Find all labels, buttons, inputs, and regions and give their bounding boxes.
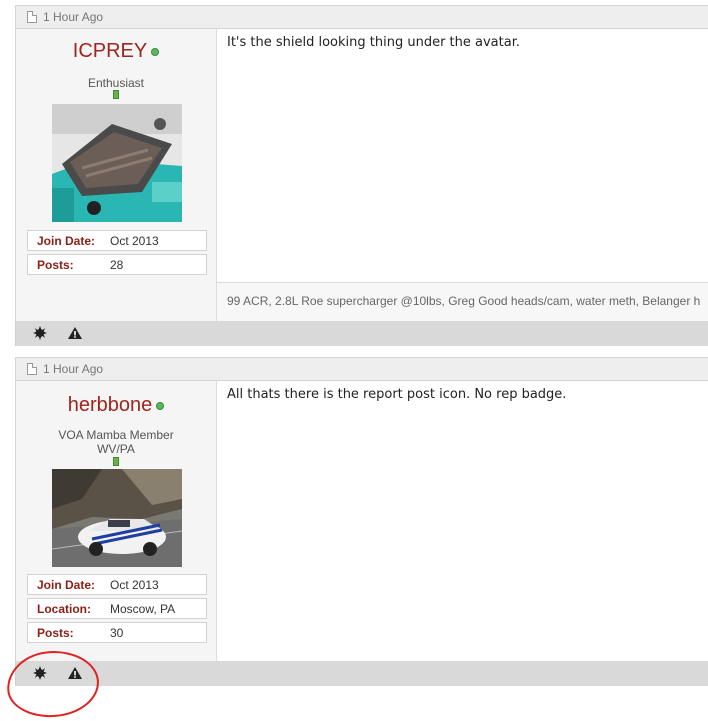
- field-label: Location:: [37, 602, 91, 616]
- location-field: Location: Moscow, PA: [27, 598, 207, 619]
- join-date-field: Join Date: Oct 2013: [27, 574, 207, 595]
- reputation-bar-icon: [113, 90, 119, 99]
- online-status-icon: [151, 47, 160, 56]
- user-title-line: WV/PA: [97, 442, 135, 456]
- reputation-bar-icon: [113, 457, 119, 466]
- post-1: 1 Hour Ago ICPREY Enthusiast Join Date: …: [15, 5, 708, 346]
- username-text[interactable]: herbbone: [68, 394, 153, 416]
- post-2: 1 Hour Ago herbbone VOA Mamba Member WV/P…: [15, 357, 708, 687]
- field-label: Join Date:: [37, 578, 96, 592]
- post-message: All thats there is the report post icon.…: [227, 387, 567, 402]
- field-value: Oct 2013: [110, 234, 159, 248]
- reputation-star-icon[interactable]: [31, 325, 49, 341]
- post-footer: [15, 321, 708, 346]
- user-avatar[interactable]: [52, 104, 182, 222]
- field-value: Oct 2013: [110, 578, 159, 592]
- user-info-panel: ICPREY Enthusiast Join Date: Oct 2013 Po…: [16, 29, 217, 321]
- signature-text: 99 ACR, 2.8L Roe supercharger @10lbs, Gr…: [227, 294, 701, 308]
- user-info-panel: herbbone VOA Mamba Member WV/PA Join Dat…: [16, 381, 217, 661]
- user-avatar[interactable]: [52, 469, 182, 567]
- post-content: All thats there is the report post icon.…: [217, 381, 708, 661]
- user-title: Enthusiast: [87, 76, 145, 90]
- user-title-line: VOA Mamba Member: [58, 428, 174, 442]
- field-label: Join Date:: [37, 234, 96, 248]
- post-header: 1 Hour Ago: [15, 5, 708, 29]
- post-content: It's the shield looking thing under the …: [217, 29, 708, 321]
- white-viper-photo-icon: [52, 469, 182, 567]
- post-body: ICPREY Enthusiast Join Date: Oct 2013 Po…: [15, 29, 708, 321]
- post-document-icon: [27, 363, 37, 375]
- join-date-field: Join Date: Oct 2013: [27, 230, 207, 251]
- field-label: Posts:: [37, 258, 74, 272]
- post-header: 1 Hour Ago: [15, 357, 708, 381]
- field-value: 28: [110, 258, 124, 272]
- field-value: 30: [110, 626, 124, 640]
- post-body: herbbone VOA Mamba Member WV/PA Join Dat…: [15, 381, 708, 661]
- username-link[interactable]: herbbone: [16, 394, 216, 417]
- field-label: Posts:: [37, 626, 74, 640]
- post-message: It's the shield looking thing under the …: [227, 35, 520, 50]
- post-time: 1 Hour Ago: [43, 10, 104, 24]
- post-footer: [15, 661, 708, 686]
- username-link[interactable]: ICPREY: [16, 40, 216, 63]
- post-time: 1 Hour Ago: [43, 362, 104, 376]
- report-post-icon[interactable]: [66, 325, 84, 341]
- posts-count-field: Posts: 30: [27, 622, 207, 643]
- engine-bay-photo-icon: [52, 104, 182, 222]
- field-value: Moscow, PA: [110, 602, 176, 616]
- online-status-icon: [156, 401, 165, 410]
- post-signature: 99 ACR, 2.8L Roe supercharger @10lbs, Gr…: [217, 282, 708, 321]
- username-text[interactable]: ICPREY: [73, 40, 147, 62]
- post-document-icon: [27, 11, 37, 23]
- user-title: VOA Mamba Member WV/PA: [16, 428, 216, 456]
- posts-count-field: Posts: 28: [27, 254, 207, 275]
